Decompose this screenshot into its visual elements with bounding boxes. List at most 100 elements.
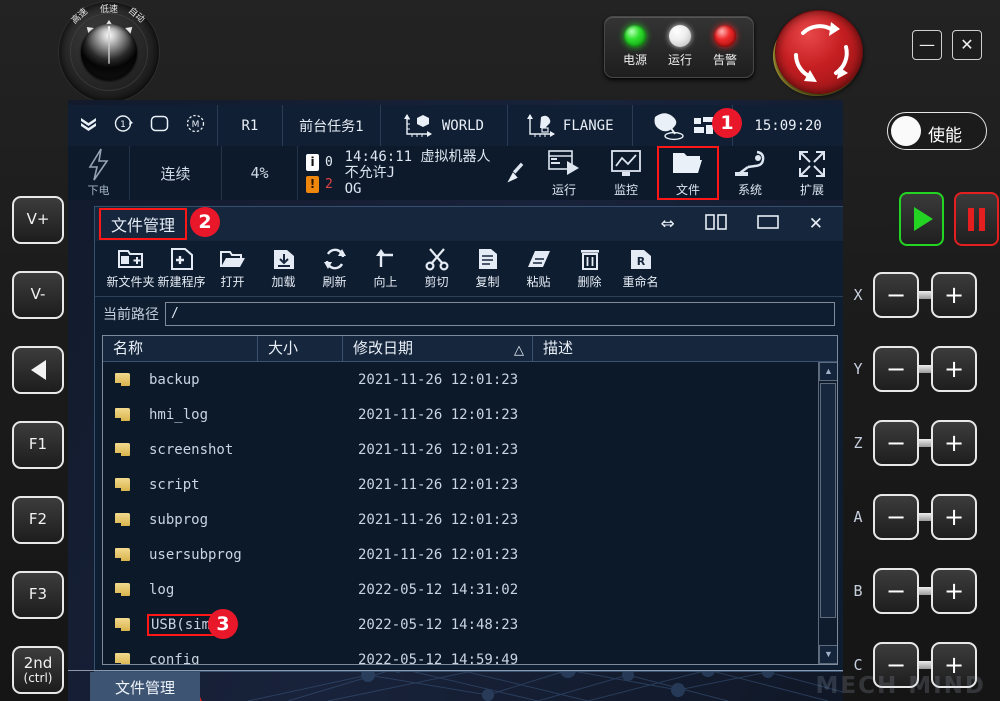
toolbar-rename[interactable]: R 重命名 xyxy=(615,247,666,290)
manual-mode-icon[interactable]: M xyxy=(186,114,205,138)
minimize-icon[interactable]: — xyxy=(912,30,942,60)
path-bar: 当前路径 / xyxy=(95,297,843,331)
jog-minus-b[interactable]: − xyxy=(873,568,919,614)
file-name: usersubprog xyxy=(149,547,273,563)
status-task-name[interactable]: 前台任务1 xyxy=(283,105,381,146)
jog-plus-b[interactable]: + xyxy=(931,568,977,614)
jog-plus-x[interactable]: + xyxy=(931,272,977,318)
motion-mode[interactable]: 连续 xyxy=(130,146,222,200)
chevrons-down-icon[interactable] xyxy=(80,116,97,136)
estop-cap[interactable] xyxy=(775,10,863,94)
enable-toggle-knob xyxy=(891,116,921,146)
column-header-desc[interactable]: 描述 xyxy=(533,336,837,362)
step-once-icon[interactable]: 1 xyxy=(114,114,133,138)
key-f3[interactable]: F3 xyxy=(12,571,64,619)
pendant-screen: 1 M R1 前台任务1 WORLD xyxy=(68,100,843,701)
toolbar-refresh[interactable]: 刷新 xyxy=(309,247,360,290)
column-header-size[interactable]: 大小 xyxy=(258,336,343,362)
toolbar-paste[interactable]: 粘贴 xyxy=(513,247,564,290)
close-icon[interactable]: ✕ xyxy=(809,214,823,234)
path-input[interactable]: / xyxy=(165,302,835,326)
close-icon[interactable]: ✕ xyxy=(952,30,982,60)
vertical-scrollbar[interactable]: ▲ ▼ xyxy=(818,362,837,664)
up-level-icon xyxy=(373,247,399,271)
stop-square-icon[interactable] xyxy=(150,115,169,137)
toolbar-cut[interactable]: 剪切 xyxy=(411,247,462,290)
enable-toggle[interactable]: 使能 xyxy=(887,112,987,150)
jog-minus-x[interactable]: − xyxy=(873,272,919,318)
jog-axis-label-z: Z xyxy=(843,434,873,452)
status-robot-id[interactable]: R1 xyxy=(218,105,283,146)
new-folder-icon xyxy=(117,247,145,271)
speed-override[interactable]: 4% xyxy=(222,146,298,200)
scroll-up-button[interactable]: ▲ xyxy=(819,362,838,381)
status-bar-second: 下电 连续 4% i 0 ! 2 14:46:11 虚拟机器人不允许J xyxy=(68,146,843,200)
jog-plus-z[interactable]: + xyxy=(931,420,977,466)
resize-horizontal-icon[interactable]: ⇔ xyxy=(661,214,675,234)
table-row[interactable]: hmi_log 2021-11-26 12:01:23 xyxy=(103,397,837,432)
toolbar-load[interactable]: 加载 xyxy=(258,247,309,290)
table-row[interactable]: backup 2021-11-26 12:01:23 xyxy=(103,362,837,397)
toolbar-up-level[interactable]: 向上 xyxy=(360,247,411,290)
jog-axis-label-c: C xyxy=(843,656,873,674)
key-f2[interactable]: F2 xyxy=(12,496,64,544)
copy-icon xyxy=(475,247,501,271)
toolbar-open[interactable]: 打开 xyxy=(207,247,258,290)
broom-clear-icon[interactable] xyxy=(505,158,527,188)
play-button[interactable] xyxy=(899,192,944,246)
toolbar-delete[interactable]: 删除 xyxy=(564,247,615,290)
key-f1[interactable]: F1 xyxy=(12,421,64,469)
table-row[interactable]: screenshot 2021-11-26 12:01:23 xyxy=(103,432,837,467)
jog-link-a xyxy=(919,513,931,521)
jog-link-b xyxy=(919,587,931,595)
toolbar-button-expand[interactable]: 扩展 xyxy=(781,146,843,200)
status-tool-frame[interactable]: FLANGE xyxy=(508,105,633,146)
emergency-stop-button[interactable] xyxy=(771,6,865,94)
column-header-name[interactable]: 名称 xyxy=(103,336,258,362)
split-view-icon[interactable] xyxy=(705,214,727,235)
table-row[interactable]: log 2022-05-12 14:31:02 xyxy=(103,572,837,607)
file-date: 2021-11-26 12:01:23 xyxy=(358,407,548,423)
key-v-minus[interactable]: V- xyxy=(12,271,64,319)
table-row[interactable]: script 2021-11-26 12:01:23 xyxy=(103,467,837,502)
toolbar-copy[interactable]: 复制 xyxy=(462,247,513,290)
table-row[interactable]: usersubprog 2021-11-26 12:01:23 xyxy=(103,537,837,572)
taskbar-item-file-manager[interactable]: 文件管理 xyxy=(90,672,200,701)
file-manager-window: 文件管理 ⇔ ✕ xyxy=(94,206,843,672)
lamp-run: 运行 xyxy=(658,25,702,68)
jog-minus-z[interactable]: − xyxy=(873,420,919,466)
toolbar-new-program[interactable]: 新建程序 xyxy=(156,247,207,290)
scrollbar-thumb[interactable] xyxy=(820,383,836,618)
toolbar-button-system[interactable]: 系统 xyxy=(719,146,781,200)
key-v-plus[interactable]: V+ xyxy=(12,196,64,244)
toolbar-button-monitor[interactable]: 监控 xyxy=(595,146,657,200)
scroll-down-button[interactable]: ▼ xyxy=(819,645,838,664)
lamp-power: 电源 xyxy=(613,25,657,68)
message-area[interactable]: i 0 ! 2 14:46:11 虚拟机器人不允许J OG xyxy=(298,146,533,200)
toolbar-load-label: 加载 xyxy=(271,273,295,290)
speed-mode-knob[interactable]: 高速 低速 自动 xyxy=(48,2,170,106)
toolbar-button-run[interactable]: 运行 xyxy=(533,146,595,200)
table-row[interactable]: config 2022-05-12 14:59:49 xyxy=(103,642,837,665)
column-header-date[interactable]: 修改日期 △ xyxy=(343,336,533,362)
jog-row-b: B − + xyxy=(843,564,1000,618)
refresh-icon xyxy=(322,247,348,271)
status-tool-label: FLANGE xyxy=(563,118,614,134)
key-2nd-ctrl[interactable]: 2nd (ctrl) xyxy=(12,646,64,694)
toolbar-new-folder[interactable]: 新文件夹 xyxy=(105,247,156,290)
jog-minus-y[interactable]: − xyxy=(873,346,919,392)
knob-pointer xyxy=(108,26,110,64)
pause-button[interactable] xyxy=(954,192,999,246)
maximize-icon[interactable] xyxy=(757,214,779,235)
toolbar-button-file[interactable]: 文件 xyxy=(657,146,719,200)
power-state-button[interactable]: 下电 xyxy=(68,146,130,200)
key-left-arrow[interactable] xyxy=(12,346,64,394)
status-coordinate-frame[interactable]: WORLD xyxy=(381,105,508,146)
jog-plus-a[interactable]: + xyxy=(931,494,977,540)
jog-plus-y[interactable]: + xyxy=(931,346,977,392)
table-row[interactable]: subprog 2021-11-26 12:01:23 xyxy=(103,502,837,537)
toolbar-copy-label: 复制 xyxy=(475,273,499,290)
jog-minus-a[interactable]: − xyxy=(873,494,919,540)
warning-icon: ! xyxy=(306,176,319,193)
file-date: 2021-11-26 12:01:23 xyxy=(358,372,548,388)
